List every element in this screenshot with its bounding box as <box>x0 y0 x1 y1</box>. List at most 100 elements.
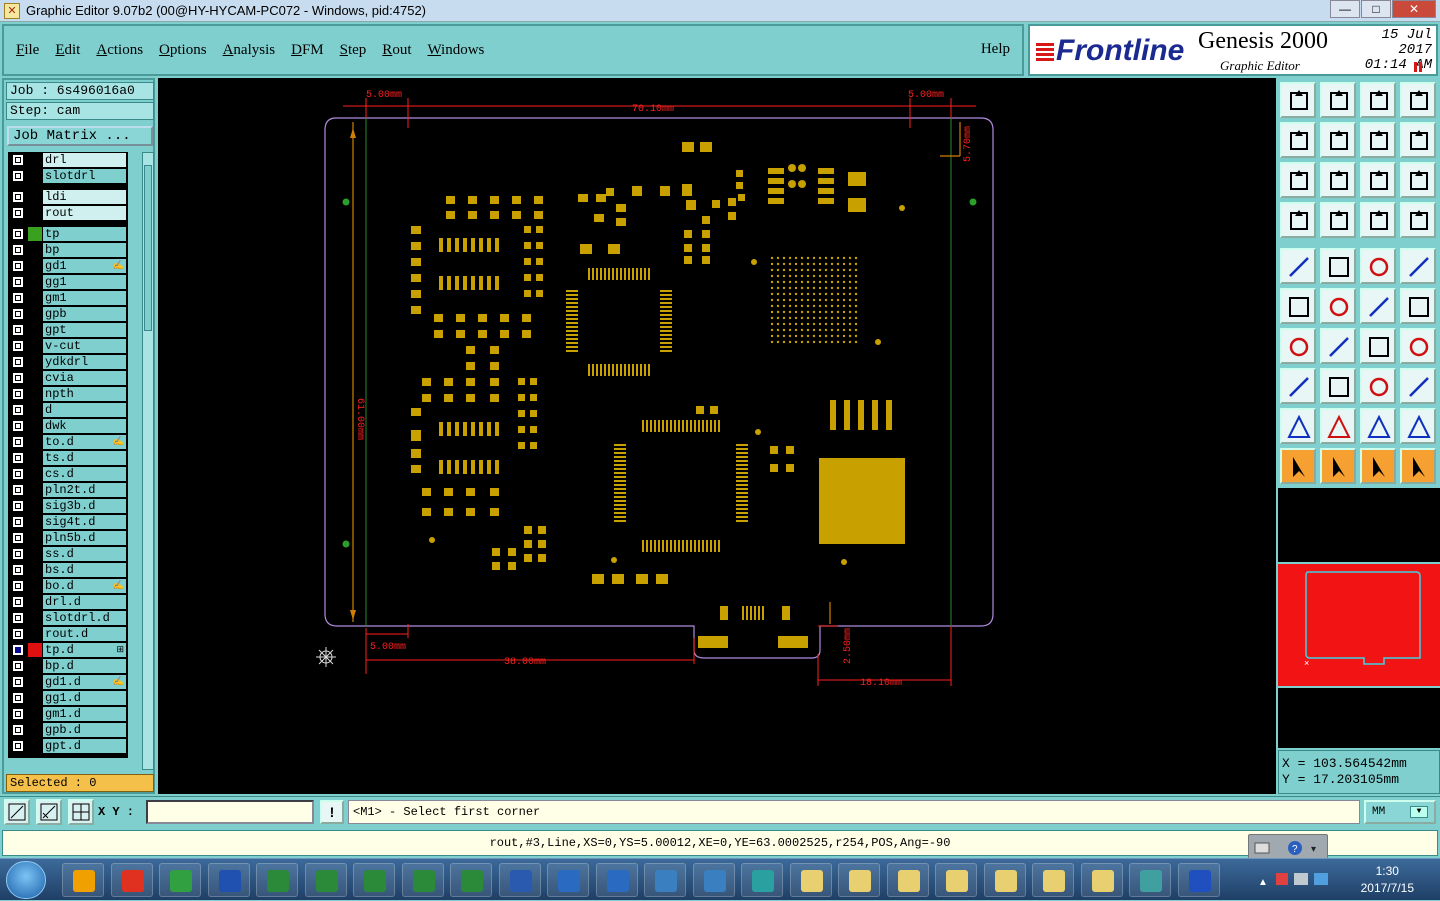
menu-item[interactable]: File <box>16 42 39 59</box>
layer-row[interactable]: drl.d <box>8 594 128 610</box>
layer-name[interactable]: gpt.d <box>42 739 126 753</box>
layer-name[interactable]: gpb.d <box>42 723 126 737</box>
layer-checkbox[interactable] <box>12 324 24 336</box>
layer-color-swatch[interactable] <box>28 419 42 433</box>
measure-button[interactable] <box>36 799 62 825</box>
scrollbar-thumb[interactable] <box>144 165 152 331</box>
maximize-button[interactable]: □ <box>1361 0 1391 18</box>
taskbar-button[interactable] <box>1080 863 1123 897</box>
layer-checkbox[interactable] <box>12 564 24 576</box>
layer-checkbox[interactable] <box>12 308 24 320</box>
layer-checkbox[interactable] <box>12 154 24 166</box>
graphic-canvas[interactable]: 5.00mm 70.10mm 5.00mm 5.70mm 61.00mm 5.0… <box>158 78 1276 794</box>
layer-scrollbar[interactable] <box>142 152 154 770</box>
layer-row[interactable]: to.d ✍ <box>8 434 128 450</box>
toolbar-home-button[interactable] <box>1360 82 1396 118</box>
layer-name[interactable]: rout <box>42 206 126 220</box>
layer-checkbox[interactable] <box>12 516 24 528</box>
toolbar-swap-button[interactable] <box>1400 122 1436 158</box>
tool-join-button[interactable] <box>1360 288 1396 324</box>
layer-color-swatch[interactable] <box>28 291 42 305</box>
layer-checkbox[interactable] <box>12 372 24 384</box>
toolbar-filter-button[interactable] <box>1400 202 1436 238</box>
tool-vertex-button[interactable] <box>1320 408 1356 444</box>
layer-name[interactable]: gm1 <box>42 291 126 305</box>
tool-pad-button[interactable] <box>1400 248 1436 284</box>
layer-row[interactable]: gg1.d <box>8 690 128 706</box>
minimize-button[interactable]: — <box>1330 0 1360 18</box>
layer-color-swatch[interactable] <box>28 579 42 593</box>
layer-row[interactable]: gg1 <box>8 274 128 290</box>
layer-name[interactable]: bp <box>42 243 126 257</box>
layer-name[interactable]: pln5b.d <box>42 531 126 545</box>
layer-name[interactable]: bs.d <box>42 563 126 577</box>
taskbar-button[interactable] <box>1129 863 1171 897</box>
layer-color-swatch[interactable] <box>28 387 42 401</box>
layer-checkbox[interactable] <box>12 388 24 400</box>
layer-color-swatch[interactable] <box>28 275 42 289</box>
layer-color-swatch[interactable] <box>28 190 42 204</box>
toolbar-snap-button[interactable] <box>1320 202 1356 238</box>
taskbar-button[interactable] <box>692 863 735 897</box>
layer-color-swatch[interactable] <box>28 563 42 577</box>
layer-checkbox[interactable] <box>12 548 24 560</box>
layer-row[interactable]: rout <box>8 205 128 221</box>
layer-row[interactable]: cvia <box>8 370 128 386</box>
layer-checkbox[interactable] <box>12 676 24 688</box>
layer-row[interactable]: slotdrl <box>8 168 128 184</box>
layer-checkbox[interactable] <box>12 244 24 256</box>
close-button[interactable]: ✕ <box>1392 0 1436 18</box>
layer-color-swatch[interactable] <box>28 307 42 321</box>
menu-item[interactable]: Actions <box>96 42 143 59</box>
toolbar-pan-left-button[interactable] <box>1280 122 1316 158</box>
layer-name[interactable]: ldi <box>42 190 126 204</box>
tool-mirror-button[interactable] <box>1400 328 1436 364</box>
layer-color-swatch[interactable] <box>28 611 42 625</box>
layer-checkbox[interactable] <box>12 596 24 608</box>
layer-color-swatch[interactable] <box>28 227 42 241</box>
layer-checkbox[interactable] <box>12 740 24 752</box>
tool-edit-button[interactable] <box>1320 328 1356 364</box>
toolbar-redraw-button[interactable] <box>1360 122 1396 158</box>
layer-row[interactable]: bp.d <box>8 658 128 674</box>
layer-color-swatch[interactable] <box>28 691 42 705</box>
layer-name[interactable]: cs.d <box>42 467 126 481</box>
unit-select[interactable]: MM ▼ <box>1364 800 1436 824</box>
layer-checkbox[interactable] <box>12 532 24 544</box>
layer-checkbox[interactable] <box>12 660 24 672</box>
layer-row[interactable]: v-cut <box>8 338 128 354</box>
toolbar-pan-down-button[interactable] <box>1320 82 1356 118</box>
tool-triangle-button[interactable] <box>1280 408 1316 444</box>
layer-color-swatch[interactable] <box>28 659 42 673</box>
layer-checkbox[interactable] <box>12 404 24 416</box>
layer-row[interactable]: tp.d ⊞ <box>8 642 128 658</box>
layer-checkbox[interactable] <box>12 468 24 480</box>
layer-color-swatch[interactable] <box>28 451 42 465</box>
toolbar-window-button[interactable] <box>1400 82 1436 118</box>
job-matrix-button[interactable]: Job Matrix ... <box>7 126 153 146</box>
layer-color-swatch[interactable] <box>28 169 42 183</box>
tool-arc-button[interactable] <box>1360 328 1396 364</box>
tool-angle-button[interactable] <box>1280 328 1316 364</box>
layer-row[interactable]: ss.d <box>8 546 128 562</box>
layer-name[interactable]: rout.d <box>42 627 126 641</box>
taskbar-button[interactable] <box>789 863 832 897</box>
taskbar-button[interactable] <box>547 863 589 897</box>
layer-name[interactable]: drl.d <box>42 595 126 609</box>
layer-row[interactable]: gpb <box>8 306 128 322</box>
menu-item[interactable]: DFM <box>291 42 324 59</box>
layer-name[interactable]: tp.d <box>42 643 126 657</box>
layer-row[interactable]: d <box>8 402 128 418</box>
layer-name[interactable]: slotdrl <box>42 169 126 183</box>
grid-button[interactable] <box>68 799 94 825</box>
taskbar-button[interactable] <box>450 863 492 897</box>
layer-row[interactable]: tp <box>8 226 128 242</box>
menu-help[interactable]: Help <box>981 41 1010 58</box>
taskbar-button[interactable] <box>983 863 1026 897</box>
layer-name[interactable]: sig3b.d <box>42 499 126 513</box>
layer-name[interactable]: ydkdrl <box>42 355 126 369</box>
layer-row[interactable]: gd1 ✍ <box>8 258 128 274</box>
tool-select-path-button[interactable] <box>1400 448 1436 484</box>
layer-color-swatch[interactable] <box>28 627 42 641</box>
layer-name[interactable]: gg1 <box>42 275 126 289</box>
